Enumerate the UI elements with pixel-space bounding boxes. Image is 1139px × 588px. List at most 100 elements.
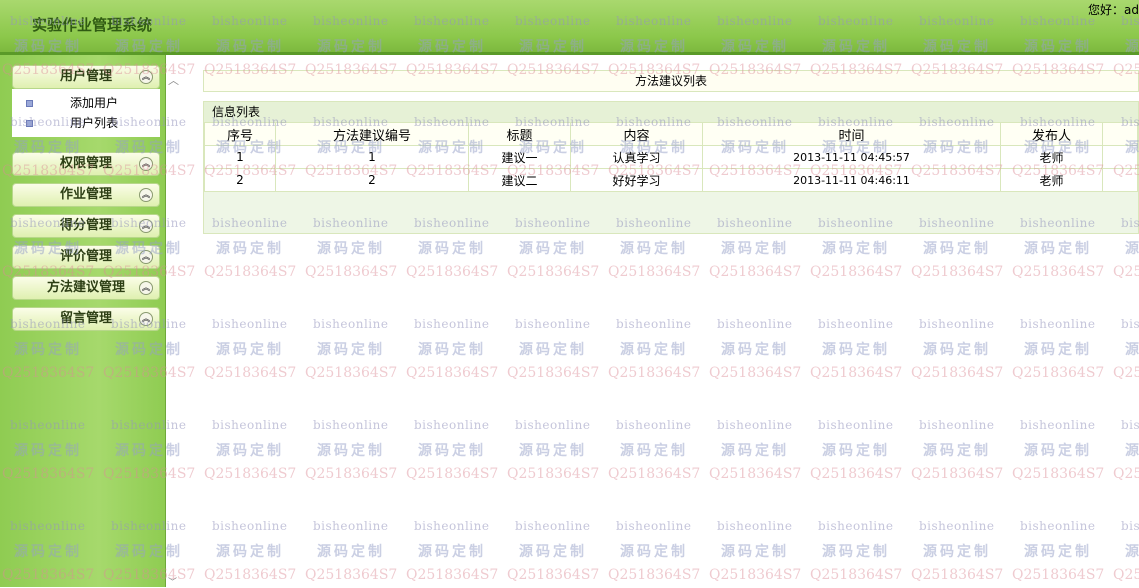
watermark-text: bisheonline <box>616 317 692 331</box>
watermark-text: 源码定制 <box>620 544 688 560</box>
watermark-text: bisheonline <box>1121 317 1139 331</box>
chevron-up-double-icon[interactable]: ︽ <box>139 312 153 326</box>
menu-head-permission-management[interactable]: 权限管理 ︽ <box>12 152 160 176</box>
watermark-tile: bisheonline 源码定制 Q2518364S7 <box>404 303 505 404</box>
watermark-text: 源码定制 <box>317 443 385 459</box>
watermark-tile: bisheonline 源码定制 Q2518364S7 <box>606 505 707 587</box>
watermark-text: 源码定制 <box>418 443 486 459</box>
menu-head-label: 用户管理 <box>59 69 112 84</box>
watermark-text: Q2518364S7 <box>709 466 802 482</box>
watermark-text: 源码定制 <box>721 342 789 358</box>
watermark-text: bisheonline <box>1020 317 1096 331</box>
watermark-text: 源码定制 <box>216 342 284 358</box>
watermark-text: bisheonline <box>616 519 692 533</box>
sidebar-item-label: 用户列表 <box>70 116 119 130</box>
watermark-text: 源码定制 <box>721 544 789 560</box>
watermark-text: Q2518364S7 <box>709 567 802 583</box>
watermark-text: Q2518364S7 <box>608 567 701 583</box>
watermark-text: 源码定制 <box>1125 544 1139 560</box>
menu-head-score-management[interactable]: 得分管理 ︽ <box>12 214 160 238</box>
menu-head-label: 方法建议管理 <box>46 280 125 295</box>
chevron-up-double-icon[interactable]: ︽ <box>139 219 153 233</box>
chevron-up-double-icon[interactable]: ︽ <box>139 70 153 84</box>
watermark-tile: bisheonline 源码定制 Q2518364S7 <box>202 505 303 587</box>
watermark-tile: bisheonline 源码定制 Q2518364S7 <box>808 505 909 587</box>
scroll-down-icon[interactable]: ﹀ <box>168 575 177 588</box>
watermark-text: 源码定制 <box>620 342 688 358</box>
menu-head-homework-management[interactable]: 作业管理 ︽ <box>12 183 160 207</box>
watermark-text: 源码定制 <box>1024 241 1092 257</box>
watermark-text: Q2518364S7 <box>305 466 398 482</box>
square-bullet-icon <box>26 120 33 127</box>
watermark-text: Q2518364S7 <box>911 567 1004 583</box>
suggestion-table: 序号 方法建议编号 标题 内容 时间 发布人 1 1 建议一 认真学习 2013… <box>204 122 1138 192</box>
table-row[interactable]: 2 2 建议二 好好学习 2013-11-11 04:46:11 老师 <box>204 168 1138 192</box>
watermark-text: 源码定制 <box>418 544 486 560</box>
cell-content: 好好学习 <box>570 168 703 192</box>
watermark-tile: bisheonline 源码定制 Q2518364S7 <box>1111 505 1139 587</box>
watermark-text: bisheonline <box>212 519 288 533</box>
menu-group-homework: 作业管理 ︽ <box>12 183 160 207</box>
watermark-tile: bisheonline 源码定制 Q2518364S7 <box>909 404 1010 505</box>
watermark-text: 源码定制 <box>519 342 587 358</box>
cell-publisher: 老师 <box>1000 168 1103 192</box>
chevron-up-double-icon[interactable]: ︽ <box>139 157 153 171</box>
watermark-text: 源码定制 <box>620 241 688 257</box>
menu-head-message-management[interactable]: 留言管理 ︽ <box>12 307 160 331</box>
watermark-text: Q2518364S7 <box>204 466 297 482</box>
cell-title: 建议二 <box>468 168 571 192</box>
watermark-text: 源码定制 <box>620 443 688 459</box>
scroll-up-icon[interactable]: ︿ <box>168 72 179 88</box>
watermark-text: Q2518364S7 <box>608 466 701 482</box>
sidebar-item-add-user[interactable]: 添加用户 <box>12 93 160 113</box>
watermark-text: 源码定制 <box>1024 443 1092 459</box>
watermark-text: 源码定制 <box>822 241 890 257</box>
menu-group-method-suggestion: 方法建议管理 ︽ <box>12 276 160 300</box>
menu-group-user: 用户管理 ︽ 添加用户 用户列表 <box>12 65 160 137</box>
watermark-tile: bisheonline 源码定制 Q2518364S7 <box>303 404 404 505</box>
chevron-up-double-icon[interactable]: ︽ <box>139 281 153 295</box>
panel-caption: 信息列表 <box>204 102 1138 122</box>
watermark-text: 源码定制 <box>1125 443 1139 459</box>
watermark-text: bisheonline <box>313 519 389 533</box>
watermark-text: bisheonline <box>818 418 894 432</box>
column-header: 序号 <box>204 122 276 146</box>
square-bullet-icon <box>26 100 33 107</box>
watermark-tile: bisheonline 源码定制 Q2518364S7 <box>202 404 303 505</box>
watermark-text: 源码定制 <box>216 544 284 560</box>
watermark-tile: bisheonline 源码定制 Q2518364S7 <box>303 303 404 404</box>
watermark-text: Q2518364S7 <box>507 466 600 482</box>
menu-head-method-suggestion-management[interactable]: 方法建议管理 ︽ <box>12 276 160 300</box>
watermark-text: bisheonline <box>212 418 288 432</box>
watermark-text: Q2518364S7 <box>1113 466 1139 482</box>
watermark-text: 源码定制 <box>923 241 991 257</box>
watermark-text: 源码定制 <box>721 443 789 459</box>
cell-extra <box>1102 168 1138 192</box>
watermark-text: bisheonline <box>717 317 793 331</box>
chevron-up-double-icon[interactable]: ︽ <box>139 250 153 264</box>
menu-head-label: 权限管理 <box>59 156 112 171</box>
watermark-text: bisheonline <box>919 418 995 432</box>
menu-head-user-management[interactable]: 用户管理 ︽ <box>12 65 160 89</box>
watermark-text: 源码定制 <box>721 241 789 257</box>
table-row[interactable]: 1 1 建议一 认真学习 2013-11-11 04:45:57 老师 <box>204 145 1138 169</box>
submenu-user: 添加用户 用户列表 <box>12 89 160 137</box>
watermark-tile: bisheonline 源码定制 Q2518364S7 <box>1010 404 1111 505</box>
cell-time: 2013-11-11 04:45:57 <box>702 145 1001 169</box>
menu-group-message: 留言管理 ︽ <box>12 307 160 331</box>
watermark-tile: bisheonline 源码定制 Q2518364S7 <box>909 505 1010 587</box>
sidebar-item-label: 添加用户 <box>70 96 119 110</box>
sidebar-item-user-list[interactable]: 用户列表 <box>12 113 160 133</box>
watermark-text: Q2518364S7 <box>810 264 903 280</box>
watermark-text: Q2518364S7 <box>709 365 802 381</box>
watermark-text: Q2518364S7 <box>810 466 903 482</box>
watermark-text: Q2518364S7 <box>608 365 701 381</box>
chevron-up-double-icon[interactable]: ︽ <box>139 188 153 202</box>
watermark-text: Q2518364S7 <box>406 365 499 381</box>
watermark-text: Q2518364S7 <box>204 264 297 280</box>
watermark-text: bisheonline <box>212 317 288 331</box>
watermark-text: Q2518364S7 <box>1113 365 1139 381</box>
watermark-text: 源码定制 <box>216 241 284 257</box>
watermark-tile: bisheonline 源码定制 Q2518364S7 <box>1010 505 1111 587</box>
menu-head-evaluation-management[interactable]: 评价管理 ︽ <box>12 245 160 269</box>
